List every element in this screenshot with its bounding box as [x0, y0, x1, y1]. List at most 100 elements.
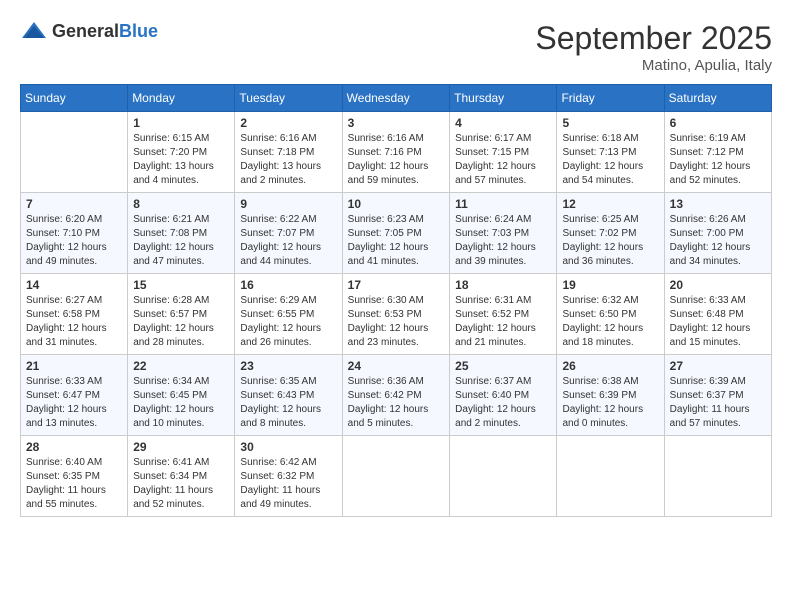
logo-text: GeneralBlue: [52, 21, 158, 42]
logo: GeneralBlue: [20, 20, 158, 42]
day-info: Sunrise: 6:41 AM Sunset: 6:34 PM Dayligh…: [133, 456, 229, 512]
calendar-week-row: 14 Sunrise: 6:27 AM Sunset: 6:58 PM Dayli…: [21, 274, 772, 355]
calendar-cell: 19 Sunrise: 6:32 AM Sunset: 6:50 PM Dayli…: [557, 274, 664, 355]
day-info: Sunrise: 6:32 AM Sunset: 6:50 PM Dayligh…: [562, 294, 658, 350]
day-header-friday: Friday: [557, 85, 664, 112]
day-info: Sunrise: 6:24 AM Sunset: 7:03 PM Dayligh…: [455, 213, 551, 269]
calendar-cell: 6 Sunrise: 6:19 AM Sunset: 7:12 PM Daylig…: [664, 112, 771, 193]
day-info: Sunrise: 6:18 AM Sunset: 7:13 PM Dayligh…: [562, 132, 658, 188]
day-info: Sunrise: 6:37 AM Sunset: 6:40 PM Dayligh…: [455, 375, 551, 431]
day-number: 21: [26, 359, 122, 373]
location-title: Matino, Apulia, Italy: [535, 57, 772, 74]
calendar-cell: [664, 436, 771, 517]
page-header: GeneralBlue September 2025 Matino, Apuli…: [20, 20, 772, 74]
day-info: Sunrise: 6:35 AM Sunset: 6:43 PM Dayligh…: [240, 375, 336, 431]
day-number: 4: [455, 116, 551, 130]
day-number: 25: [455, 359, 551, 373]
day-number: 9: [240, 197, 336, 211]
day-number: 17: [348, 278, 445, 292]
calendar-week-row: 1 Sunrise: 6:15 AM Sunset: 7:20 PM Daylig…: [21, 112, 772, 193]
day-number: 30: [240, 440, 336, 454]
logo-icon: [20, 20, 48, 42]
calendar-cell: 16 Sunrise: 6:29 AM Sunset: 6:55 PM Dayli…: [235, 274, 342, 355]
day-header-tuesday: Tuesday: [235, 85, 342, 112]
day-info: Sunrise: 6:33 AM Sunset: 6:48 PM Dayligh…: [670, 294, 766, 350]
day-info: Sunrise: 6:26 AM Sunset: 7:00 PM Dayligh…: [670, 213, 766, 269]
day-number: 24: [348, 359, 445, 373]
calendar-cell: [21, 112, 128, 193]
day-number: 6: [670, 116, 766, 130]
day-number: 2: [240, 116, 336, 130]
day-info: Sunrise: 6:29 AM Sunset: 6:55 PM Dayligh…: [240, 294, 336, 350]
day-info: Sunrise: 6:15 AM Sunset: 7:20 PM Dayligh…: [133, 132, 229, 188]
day-number: 26: [562, 359, 658, 373]
day-info: Sunrise: 6:42 AM Sunset: 6:32 PM Dayligh…: [240, 456, 336, 512]
day-number: 1: [133, 116, 229, 130]
logo-blue: Blue: [119, 21, 158, 41]
calendar-cell: 20 Sunrise: 6:33 AM Sunset: 6:48 PM Dayli…: [664, 274, 771, 355]
day-number: 20: [670, 278, 766, 292]
day-header-wednesday: Wednesday: [342, 85, 450, 112]
calendar-cell: 8Sunrise: 6:21 AM Sunset: 7:08 PM Daylig…: [128, 193, 235, 274]
day-number: 13: [670, 197, 766, 211]
day-info: Sunrise: 6:23 AM Sunset: 7:05 PM Dayligh…: [348, 213, 445, 269]
calendar-cell: 2 Sunrise: 6:16 AM Sunset: 7:18 PM Daylig…: [235, 112, 342, 193]
day-info: Sunrise: 6:19 AM Sunset: 7:12 PM Dayligh…: [670, 132, 766, 188]
day-info: Sunrise: 6:28 AM Sunset: 6:57 PM Dayligh…: [133, 294, 229, 350]
day-info: Sunrise: 6:16 AM Sunset: 7:18 PM Dayligh…: [240, 132, 336, 188]
day-number: 29: [133, 440, 229, 454]
day-number: 11: [455, 197, 551, 211]
calendar-cell: 18Sunrise: 6:31 AM Sunset: 6:52 PM Dayli…: [450, 274, 557, 355]
day-number: 19: [562, 278, 658, 292]
day-info: Sunrise: 6:17 AM Sunset: 7:15 PM Dayligh…: [455, 132, 551, 188]
day-info: Sunrise: 6:25 AM Sunset: 7:02 PM Dayligh…: [562, 213, 658, 269]
calendar-cell: 22Sunrise: 6:34 AM Sunset: 6:45 PM Dayli…: [128, 355, 235, 436]
day-info: Sunrise: 6:21 AM Sunset: 7:08 PM Dayligh…: [133, 213, 229, 269]
day-number: 15: [133, 278, 229, 292]
day-header-sunday: Sunday: [21, 85, 128, 112]
day-number: 7: [26, 197, 122, 211]
calendar-cell: 26Sunrise: 6:38 AM Sunset: 6:39 PM Dayli…: [557, 355, 664, 436]
day-info: Sunrise: 6:34 AM Sunset: 6:45 PM Dayligh…: [133, 375, 229, 431]
day-number: 28: [26, 440, 122, 454]
title-block: September 2025 Matino, Apulia, Italy: [535, 20, 772, 74]
calendar-table: SundayMondayTuesdayWednesdayThursdayFrid…: [20, 84, 772, 517]
calendar-cell: 28 Sunrise: 6:40 AM Sunset: 6:35 PM Dayli…: [21, 436, 128, 517]
calendar-cell: 14 Sunrise: 6:27 AM Sunset: 6:58 PM Dayli…: [21, 274, 128, 355]
day-header-monday: Monday: [128, 85, 235, 112]
day-info: Sunrise: 6:40 AM Sunset: 6:35 PM Dayligh…: [26, 456, 122, 512]
day-number: 18: [455, 278, 551, 292]
month-title: September 2025: [535, 20, 772, 57]
day-number: 27: [670, 359, 766, 373]
calendar-cell: 13 Sunrise: 6:26 AM Sunset: 7:00 PM Dayli…: [664, 193, 771, 274]
day-number: 12: [562, 197, 658, 211]
calendar-cell: [450, 436, 557, 517]
calendar-cell: 5 Sunrise: 6:18 AM Sunset: 7:13 PM Daylig…: [557, 112, 664, 193]
day-number: 16: [240, 278, 336, 292]
calendar-cell: 3 Sunrise: 6:16 AM Sunset: 7:16 PM Daylig…: [342, 112, 450, 193]
day-number: 10: [348, 197, 445, 211]
calendar-cell: 24 Sunrise: 6:36 AM Sunset: 6:42 PM Dayli…: [342, 355, 450, 436]
day-number: 14: [26, 278, 122, 292]
calendar-cell: 1 Sunrise: 6:15 AM Sunset: 7:20 PM Daylig…: [128, 112, 235, 193]
calendar-cell: 27 Sunrise: 6:39 AM Sunset: 6:37 PM Dayli…: [664, 355, 771, 436]
day-info: Sunrise: 6:39 AM Sunset: 6:37 PM Dayligh…: [670, 375, 766, 431]
calendar-cell: 7Sunrise: 6:20 AM Sunset: 7:10 PM Daylig…: [21, 193, 128, 274]
logo-general: General: [52, 21, 119, 41]
calendar-cell: [557, 436, 664, 517]
calendar-cell: 11 Sunrise: 6:24 AM Sunset: 7:03 PM Dayli…: [450, 193, 557, 274]
day-info: Sunrise: 6:27 AM Sunset: 6:58 PM Dayligh…: [26, 294, 122, 350]
day-number: 5: [562, 116, 658, 130]
calendar-cell: 21Sunrise: 6:33 AM Sunset: 6:47 PM Dayli…: [21, 355, 128, 436]
day-number: 23: [240, 359, 336, 373]
calendar-cell: 12 Sunrise: 6:25 AM Sunset: 7:02 PM Dayli…: [557, 193, 664, 274]
day-header-thursday: Thursday: [450, 85, 557, 112]
day-info: Sunrise: 6:36 AM Sunset: 6:42 PM Dayligh…: [348, 375, 445, 431]
calendar-cell: 9Sunrise: 6:22 AM Sunset: 7:07 PM Daylig…: [235, 193, 342, 274]
calendar-cell: 30 Sunrise: 6:42 AM Sunset: 6:32 PM Dayli…: [235, 436, 342, 517]
day-info: Sunrise: 6:16 AM Sunset: 7:16 PM Dayligh…: [348, 132, 445, 188]
calendar-cell: 10 Sunrise: 6:23 AM Sunset: 7:05 PM Dayli…: [342, 193, 450, 274]
calendar-cell: 4 Sunrise: 6:17 AM Sunset: 7:15 PM Daylig…: [450, 112, 557, 193]
day-number: 3: [348, 116, 445, 130]
calendar-week-row: 28 Sunrise: 6:40 AM Sunset: 6:35 PM Dayli…: [21, 436, 772, 517]
